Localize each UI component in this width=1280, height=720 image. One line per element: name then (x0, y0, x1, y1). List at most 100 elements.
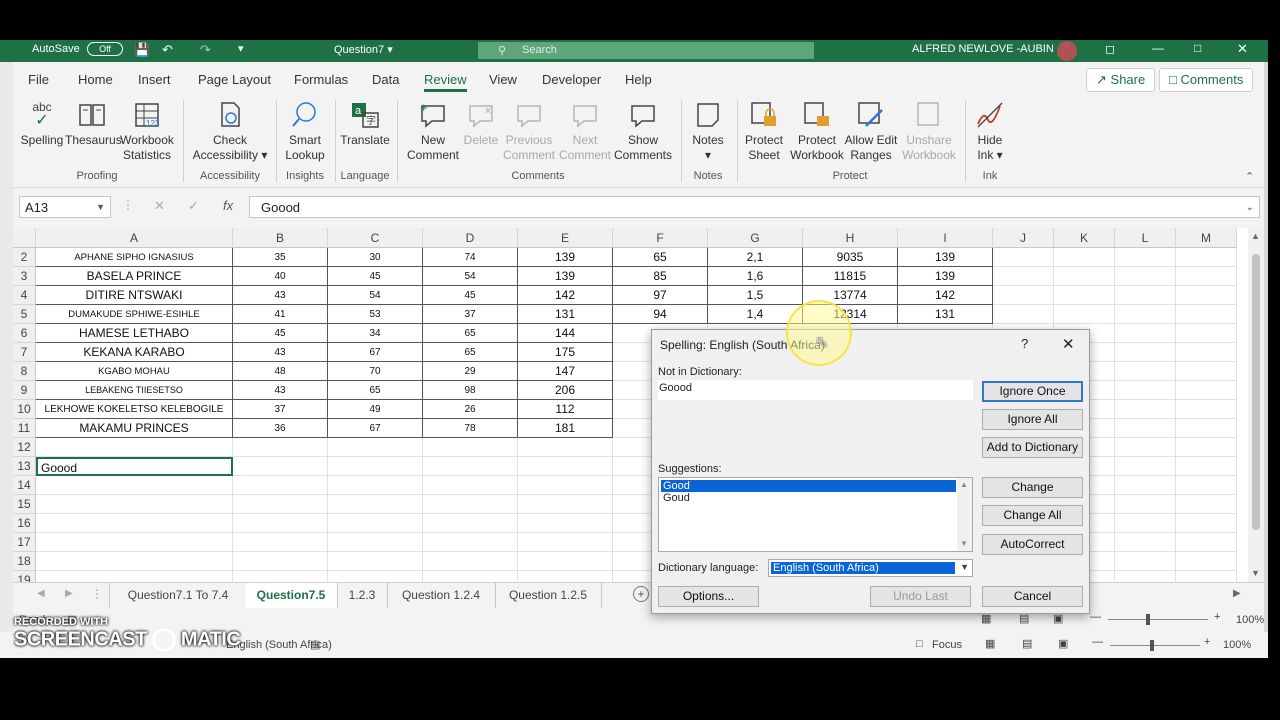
table-cell[interactable] (423, 571, 518, 582)
name-cell[interactable]: LEKHOWE KOKELETSO KELEBOGILE (36, 400, 233, 419)
read-mode-icon[interactable]: ▦ (985, 637, 995, 650)
table-cell[interactable] (1054, 267, 1115, 286)
column-header-a[interactable]: A (36, 228, 233, 248)
table-cell[interactable] (1176, 438, 1237, 457)
table-cell[interactable]: 112 (518, 400, 613, 419)
chevron-down-icon[interactable]: ▼ (960, 562, 969, 572)
maximize-icon[interactable]: □ (1194, 41, 1201, 55)
table-cell[interactable] (1176, 419, 1237, 438)
close-icon[interactable]: ✕ (1062, 335, 1075, 353)
name-cell[interactable]: KGABO MOHAU (36, 362, 233, 381)
help-icon[interactable]: ? (1021, 336, 1028, 351)
show-comments-button[interactable]: Show Comments (613, 96, 673, 163)
minimize-icon[interactable]: — (1152, 41, 1164, 55)
row-header[interactable]: 14 (13, 476, 36, 495)
name-cell[interactable] (36, 552, 233, 571)
table-cell[interactable] (1115, 419, 1176, 438)
table-cell[interactable] (1176, 324, 1237, 343)
table-cell[interactable] (993, 286, 1054, 305)
table-cell[interactable] (1054, 286, 1115, 305)
dictionary-language-select[interactable]: English (South Africa) ▼ (768, 559, 973, 577)
table-cell[interactable]: 2,1 (708, 248, 803, 267)
unshare-workbook-button[interactable]: Unshare Workbook (899, 96, 959, 163)
table-cell[interactable]: 37 (233, 400, 328, 419)
row-header[interactable]: 3 (13, 267, 36, 286)
table-cell[interactable]: 40 (233, 267, 328, 286)
table-cell[interactable]: 45 (328, 267, 423, 286)
undo-last-button[interactable]: Undo Last (870, 586, 971, 607)
autosave-toggle[interactable]: Off (87, 42, 123, 56)
table-cell[interactable] (1176, 248, 1237, 267)
column-header-d[interactable]: D (423, 228, 518, 248)
spelling-button[interactable]: abc ✓ Spelling (19, 96, 65, 148)
name-cell[interactable]: APHANE SIPHO IGNASIUS (36, 248, 233, 267)
cancel-entry-icon[interactable]: ✕ (154, 198, 165, 214)
row-header[interactable]: 19 (13, 571, 36, 582)
document-title[interactable]: Question7 ▾ (334, 43, 393, 56)
table-cell[interactable]: 139 (518, 248, 613, 267)
expand-formula-icon[interactable]: ⌄ (1246, 197, 1254, 218)
table-cell[interactable] (233, 438, 328, 457)
scroll-down-icon[interactable]: ▼ (960, 539, 968, 548)
table-cell[interactable] (328, 457, 423, 476)
name-cell[interactable]: MAKAMU PRINCES (36, 419, 233, 438)
table-cell[interactable] (1176, 362, 1237, 381)
table-cell[interactable] (518, 457, 613, 476)
table-cell[interactable] (233, 495, 328, 514)
column-header-g[interactable]: G (708, 228, 803, 248)
table-cell[interactable] (1115, 381, 1176, 400)
table-cell[interactable]: 48 (233, 362, 328, 381)
table-cell[interactable]: 54 (328, 286, 423, 305)
table-cell[interactable]: 54 (423, 267, 518, 286)
focus-icon[interactable]: □ (916, 638, 923, 650)
table-cell[interactable] (1054, 248, 1115, 267)
table-cell[interactable] (423, 552, 518, 571)
column-header-h[interactable]: H (803, 228, 898, 248)
ignore-once-button[interactable]: Ignore Once (982, 381, 1083, 402)
next-comment-button[interactable]: Next Comment (557, 96, 613, 163)
table-cell[interactable] (1176, 381, 1237, 400)
table-cell[interactable] (518, 552, 613, 571)
table-cell[interactable] (233, 476, 328, 495)
add-to-dictionary-button[interactable]: Add to Dictionary (982, 437, 1083, 458)
row-header[interactable]: 17 (13, 533, 36, 552)
zoom-in-icon[interactable]: + (1214, 611, 1220, 623)
table-cell[interactable] (1176, 533, 1237, 552)
ignore-all-button[interactable]: Ignore All (982, 409, 1083, 430)
table-cell[interactable]: 67 (328, 419, 423, 438)
table-cell[interactable]: 65 (328, 381, 423, 400)
table-cell[interactable] (1176, 571, 1237, 582)
row-header[interactable]: 2 (13, 248, 36, 267)
table-cell[interactable]: 36 (233, 419, 328, 438)
table-cell[interactable]: 45 (423, 286, 518, 305)
zoom-slider-thumb[interactable] (1146, 614, 1150, 625)
table-cell[interactable] (1115, 362, 1176, 381)
tab-home[interactable]: Home (78, 72, 113, 87)
previous-comment-button[interactable]: Previous Comment (501, 96, 557, 163)
vertical-scroll-thumb[interactable] (1252, 254, 1260, 530)
table-cell[interactable]: 131 (898, 305, 993, 324)
table-cell[interactable] (1115, 552, 1176, 571)
table-cell[interactable]: 144 (518, 324, 613, 343)
table-cell[interactable]: 45 (233, 324, 328, 343)
table-cell[interactable] (1115, 267, 1176, 286)
name-box[interactable]: A13 ▼ (19, 196, 111, 218)
tab-view[interactable]: View (489, 72, 517, 87)
suggestions-list[interactable]: Good Goud ▲ ▼ (658, 477, 973, 552)
column-header-b[interactable]: B (233, 228, 328, 248)
share-button[interactable]: ↗ Share (1086, 68, 1156, 92)
user-name[interactable]: ALFRED NEWLOVE -AUBIN (912, 43, 1054, 55)
suggestions-scrollbar[interactable]: ▲ ▼ (957, 478, 972, 551)
table-cell[interactable]: 43 (233, 286, 328, 305)
table-cell[interactable] (518, 514, 613, 533)
zoom-level[interactable]: 100% (1223, 639, 1251, 651)
close-icon[interactable]: ✕ (1237, 41, 1248, 57)
more-sheets-icon[interactable]: ⋮ (91, 587, 103, 601)
print-layout-icon[interactable]: ▤ (1022, 637, 1032, 650)
table-cell[interactable] (423, 476, 518, 495)
search-box[interactable]: ⚲ Search (478, 42, 814, 59)
name-cell[interactable] (36, 571, 233, 582)
workbook-statistics-button[interactable]: 123 Workbook Statistics (119, 96, 175, 163)
sheet-tab-question7-5[interactable]: Question7.5 (245, 583, 338, 610)
table-cell[interactable]: 30 (328, 248, 423, 267)
